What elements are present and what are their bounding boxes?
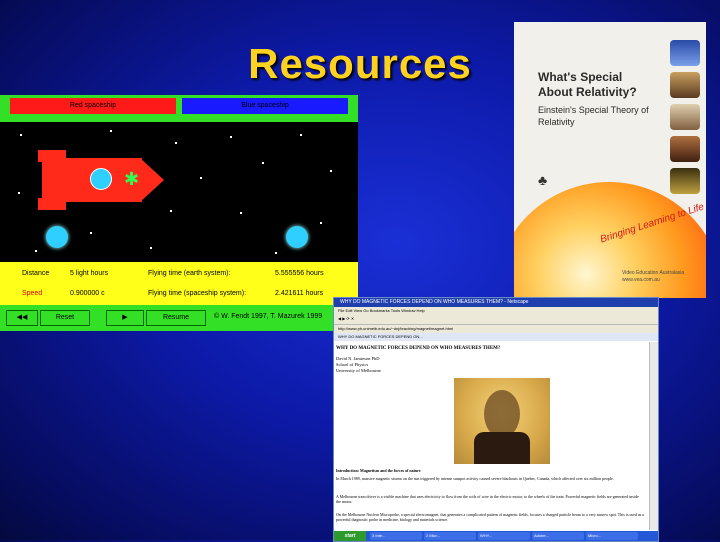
publisher-url: www.vea.com.au xyxy=(622,277,660,283)
browser-tab[interactable]: WHY DO MAGNETIC FORCES DEPEND ON... xyxy=(334,333,658,341)
page-heading: WHY DO MAGNETIC FORCES DEPEND ON WHO MEA… xyxy=(336,346,501,351)
taskbar-item[interactable]: 3 Inte... xyxy=(370,532,422,540)
space-view: ✱ xyxy=(0,122,358,262)
thumbnail-image xyxy=(670,104,700,130)
ship-selector: Red spaceship Blue spaceship xyxy=(8,98,350,114)
publisher-logo-icon: ♣ xyxy=(538,172,548,188)
red-spaceship-button[interactable]: Red spaceship xyxy=(10,98,176,114)
rocket-nose xyxy=(140,158,164,202)
planet-left xyxy=(46,226,68,248)
control-bar: ◀◀ Reset ▶ Resume © W. Fendt 1997, T. Ma… xyxy=(0,306,358,331)
taskbar-item[interactable]: Micro... xyxy=(586,532,638,540)
speed-label: Speed xyxy=(22,290,43,297)
book-cover: What's Special About Relativity? Einstei… xyxy=(514,22,706,298)
thumbnail-strip xyxy=(666,32,706,194)
browser-title-bar: WHY DO MAGNETIC FORCES DEPEND ON WHO MEA… xyxy=(334,298,658,307)
publisher-name: Video Education Australasia xyxy=(622,270,685,276)
flying-time-ship-label: Flying time (spaceship system): xyxy=(148,290,247,297)
book-footer: Video Education Australasia www.vea.com.… xyxy=(622,270,684,284)
rewind-button[interactable]: ◀◀ xyxy=(6,310,38,326)
blue-spaceship-button[interactable]: Blue spaceship xyxy=(182,98,348,114)
author-university: University of Melbourne xyxy=(336,368,381,373)
paragraph: In March 1989, massive magnetic storms o… xyxy=(336,476,614,481)
address-bar[interactable]: http://www.ph.unimelb.edu.au/~dnj/teachi… xyxy=(334,325,658,333)
readout-panel: Distance 5 light hours Flying time (eart… xyxy=(0,262,358,305)
alien-icon: ✱ xyxy=(124,169,140,189)
book-subtitle: Einstein's Special Theory of Relativity xyxy=(538,105,649,127)
web-page-content: WHY DO MAGNETIC FORCES DEPEND ON WHO MEA… xyxy=(334,342,652,534)
flying-time-ship-value: 2.421611 hours xyxy=(275,290,324,297)
flying-time-earth-value: 5.555556 hours xyxy=(275,270,324,277)
thumbnail-image xyxy=(670,136,700,162)
planet-right xyxy=(286,226,308,248)
book-title: What's Special About Relativity? xyxy=(538,70,637,99)
resume-button[interactable]: Resume xyxy=(146,310,206,326)
portrait-image xyxy=(454,378,550,464)
copyright-text: © W. Fendt 1997, T. Mazurek 1999 xyxy=(214,313,323,320)
taskbar-item[interactable]: WHY... xyxy=(478,532,530,540)
speed-value: 0.900000 c xyxy=(70,290,105,297)
taskbar-item[interactable]: 2 Micr... xyxy=(424,532,476,540)
reset-button[interactable]: Reset xyxy=(40,310,90,326)
thumbnail-image xyxy=(670,72,700,98)
flying-time-earth-label: Flying time (earth system): xyxy=(148,270,231,277)
distance-label: Distance xyxy=(22,270,50,277)
clock-icon xyxy=(90,168,112,190)
distance-value: 5 light hours xyxy=(70,270,109,277)
section-heading: Introduction: Magnetism and the forces o… xyxy=(336,468,421,473)
vertical-scrollbar[interactable] xyxy=(649,342,658,530)
thumbnail-image xyxy=(670,168,700,194)
slide-title: Resources xyxy=(248,40,472,87)
thumbnail-image xyxy=(670,40,700,66)
browser-toolbar[interactable]: ◀ ▶ ⟳ ✕ xyxy=(334,314,658,325)
time-dilation-applet: Red spaceship Blue spaceship ✱ Distance … xyxy=(0,95,358,331)
taskbar-item[interactable]: Adobe... xyxy=(532,532,584,540)
browser-menu-bar[interactable]: File Edit View Go Bookmarks Tools Window… xyxy=(334,307,658,314)
play-button[interactable]: ▶ xyxy=(106,310,144,326)
browser-window: WHY DO MAGNETIC FORCES DEPEND ON WHO MEA… xyxy=(333,297,659,542)
paragraph: A Melbourne tram driver is a visible mac… xyxy=(336,494,639,504)
paragraph: On the Melbourne Nuclear Microprobe, a s… xyxy=(336,512,644,522)
